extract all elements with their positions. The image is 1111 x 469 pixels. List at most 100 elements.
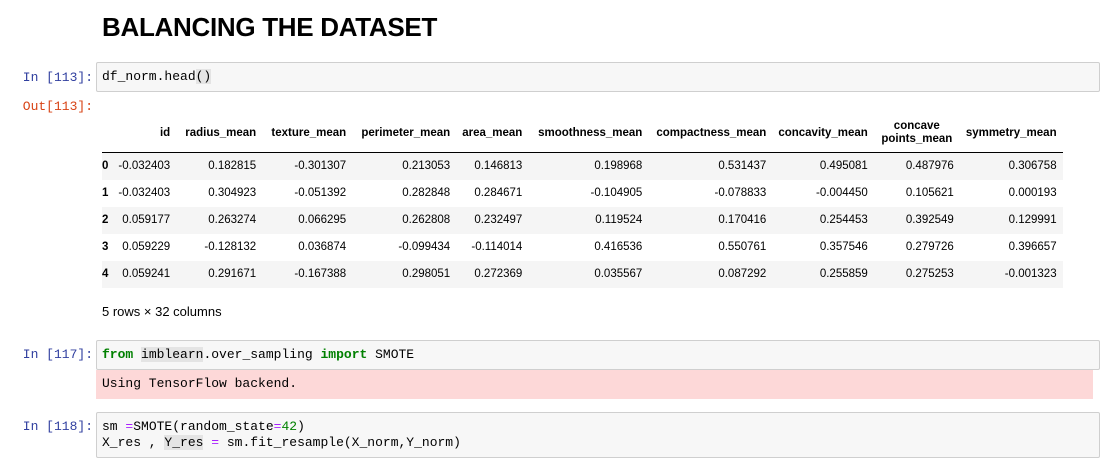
table-cell: -0.051392 xyxy=(294,187,347,199)
code-cell-118[interactable]: sm =SMOTE(random_state=42) X_res , Y_res … xyxy=(96,412,1100,458)
table-cell: -0.032403 xyxy=(118,187,171,199)
table-cell: 0.531437 xyxy=(718,160,767,173)
row-index: 0 xyxy=(102,160,109,173)
table-cell: -0.004450 xyxy=(816,187,868,199)
table-cell: -0.114014 xyxy=(471,241,523,253)
table-cell: 0.232497 xyxy=(474,214,523,226)
table-row: 2 0.059177 0.263274 0.066295 0.262808 0.… xyxy=(102,206,1063,234)
column-header: area_mean xyxy=(456,114,529,153)
column-header: symmetry_mean xyxy=(959,114,1063,153)
column-header: perimeter_mean xyxy=(352,114,457,153)
section-heading: BALANCING THE DATASET xyxy=(102,12,438,42)
code-text: df_norm.head xyxy=(102,69,196,84)
imported-name: SMOTE xyxy=(367,347,415,362)
table-cell: 0.306758 xyxy=(1008,160,1057,173)
keyword-from: from xyxy=(102,347,134,362)
table-cell: 0.282848 xyxy=(402,187,451,199)
table-cell: 0.170416 xyxy=(718,214,767,226)
table-cell: 0.416536 xyxy=(594,241,643,253)
table-cell: 0.550761 xyxy=(718,241,767,253)
code-cell-113[interactable]: df_norm.head() xyxy=(96,62,1100,92)
module-path: .over_sampling xyxy=(203,347,321,362)
operator: = xyxy=(211,435,220,450)
table-cell: 0.036874 xyxy=(298,241,347,253)
table-cell: 0.487976 xyxy=(905,160,954,173)
table-cell: 0.087292 xyxy=(718,268,767,280)
code-text: X_res , xyxy=(102,435,165,450)
table-cell: 0.298051 xyxy=(402,268,451,280)
code-cell-117[interactable]: from imblearn.over_sampling import SMOTE xyxy=(96,340,1100,370)
table-cell: 0.119524 xyxy=(595,214,643,226)
row-index: 4 xyxy=(102,268,109,280)
table-cell: 0.284671 xyxy=(474,187,523,199)
code-text: sm.fit_resample(X_norm,Y_norm) xyxy=(219,435,461,450)
module-name: imblearn xyxy=(141,347,204,362)
table-cell: 0.304923 xyxy=(208,187,257,199)
table-cell: -0.167388 xyxy=(294,268,347,280)
in-prompt-113: In [113]: xyxy=(22,70,93,85)
table-cell: 0.262808 xyxy=(402,214,451,226)
table-cell: -0.301307 xyxy=(294,160,347,173)
table-cell: 0.263274 xyxy=(208,214,257,226)
code-text: SMOTE(random_state xyxy=(133,419,274,434)
in-prompt-118: In [118]: xyxy=(22,419,93,434)
table-cell: -0.128132 xyxy=(204,241,257,253)
table-cell: -0.032403 xyxy=(118,160,171,173)
table-cell: 0.000193 xyxy=(1008,187,1057,199)
code-text: ) xyxy=(297,419,305,434)
table-cell: 0.272369 xyxy=(474,268,523,280)
number-literal: 42 xyxy=(281,419,298,434)
table-cell: 0.213053 xyxy=(402,160,451,173)
table-row: 3 0.059229 -0.128132 0.036874 -0.099434 … xyxy=(102,234,1063,261)
table-header-row: id radius_mean texture_mean perimeter_me… xyxy=(102,114,1063,153)
column-header: id xyxy=(112,114,177,153)
table-cell: -0.104905 xyxy=(590,187,643,199)
table-cell: -0.001323 xyxy=(1004,268,1057,280)
table-cell: 0.396657 xyxy=(1008,241,1057,253)
keyword-import: import xyxy=(320,347,368,362)
table-cell: 0.059241 xyxy=(122,268,171,280)
table-cell: 0.291671 xyxy=(208,268,257,280)
code-paren: () xyxy=(195,69,212,84)
dataframe-table: id radius_mean texture_mean perimeter_me… xyxy=(102,114,1063,288)
column-header: texture_mean xyxy=(262,114,353,153)
table-cell: 0.392549 xyxy=(905,214,954,226)
table-cell: 0.198968 xyxy=(594,160,643,173)
stderr-output: Using TensorFlow backend. xyxy=(96,370,1093,399)
index-header xyxy=(102,114,113,153)
table-cell: 0.059229 xyxy=(122,241,171,253)
table-cell: -0.099434 xyxy=(398,241,451,253)
table-cell: 0.035567 xyxy=(594,268,643,280)
table-row: 0 -0.032403 0.182815 -0.301307 0.213053 … xyxy=(102,152,1063,180)
table-cell: 0.254453 xyxy=(819,214,868,226)
dataframe-summary: 5 rows × 32 columns xyxy=(102,304,222,319)
table-cell: 0.146813 xyxy=(474,160,523,173)
table-cell: 0.105621 xyxy=(905,187,954,199)
in-prompt-117: In [117]: xyxy=(22,347,93,362)
code-line-1: sm =SMOTE(random_state=42) xyxy=(102,419,1094,435)
table-cell: 0.357546 xyxy=(819,241,868,253)
column-header: radius_mean xyxy=(176,114,263,153)
table-cell: 0.182815 xyxy=(208,160,257,173)
column-header: concavity_mean xyxy=(772,114,874,153)
table-cell: 0.495081 xyxy=(819,160,868,173)
row-index: 3 xyxy=(102,241,109,253)
row-index: 2 xyxy=(102,214,109,226)
code-text: sm xyxy=(102,419,126,434)
column-header: compactness_mean xyxy=(648,114,773,153)
table-cell: 0.066295 xyxy=(298,214,347,226)
table-cell: 0.255859 xyxy=(819,268,868,280)
column-header: smoothness_mean xyxy=(528,114,649,153)
variable-highlight: Y_res xyxy=(164,435,204,450)
row-index: 1 xyxy=(102,187,109,199)
table-cell: 0.059177 xyxy=(122,214,171,226)
table-cell: 0.129991 xyxy=(1008,214,1057,226)
table-row: 4 0.059241 0.291671 -0.167388 0.298051 0… xyxy=(102,260,1063,288)
table-cell: 0.279726 xyxy=(905,241,954,253)
table-cell: 0.275253 xyxy=(905,268,954,280)
table-row: 1 -0.032403 0.304923 -0.051392 0.282848 … xyxy=(102,180,1063,207)
table-cell: -0.078833 xyxy=(714,187,767,199)
out-prompt-113: Out[113]: xyxy=(22,99,93,114)
column-header: concave points_mean xyxy=(873,114,960,153)
code-line-2: X_res , Y_res = sm.fit_resample(X_norm,Y… xyxy=(102,435,1094,451)
